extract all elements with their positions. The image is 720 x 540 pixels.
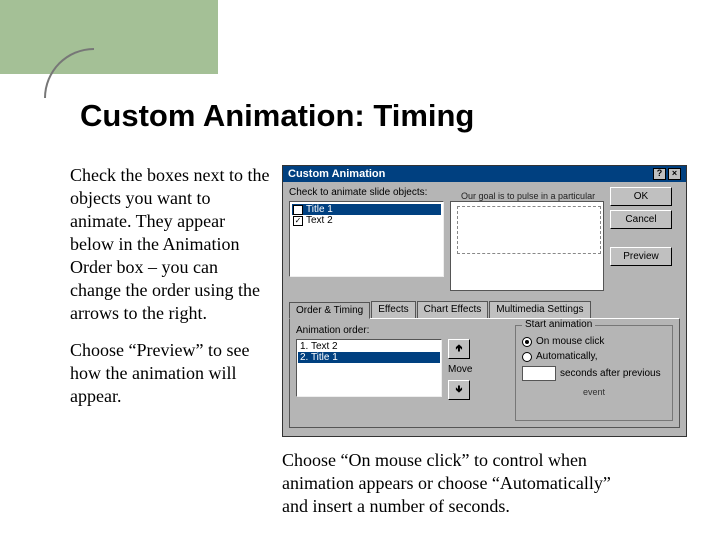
slide-body-right: Choose “On mouse click” to control when … xyxy=(282,449,637,518)
tab-multimedia-settings[interactable]: Multimedia Settings xyxy=(489,301,590,318)
radio-label: On mouse click xyxy=(536,336,604,347)
animation-order-label: Animation order: xyxy=(296,325,507,336)
dialog-titlebar: Custom Animation ? × xyxy=(283,166,686,182)
preview-button[interactable]: Preview xyxy=(610,247,672,266)
custom-animation-dialog: Custom Animation ? × Check to animate sl… xyxy=(282,165,687,437)
move-up-button[interactable]: 🢁 xyxy=(448,339,470,359)
move-label: Move xyxy=(448,362,472,377)
slide-paragraph-2: Choose “Preview” to see how the animatio… xyxy=(70,339,273,408)
tab-effects[interactable]: Effects xyxy=(371,301,415,318)
dialog-help-button[interactable]: ? xyxy=(653,168,666,180)
seconds-suffix: seconds after previous xyxy=(560,368,661,379)
slide-body-left: Check the boxes next to the objects you … xyxy=(70,164,273,422)
dialog-tabs: Order & Timing Effects Chart Effects Mul… xyxy=(289,301,680,318)
radio-automatically[interactable]: Automatically, xyxy=(522,351,666,362)
object-item-label: Title 1 xyxy=(306,204,333,215)
seconds-spinbox[interactable] xyxy=(522,366,556,381)
object-item-label: Text 2 xyxy=(306,215,333,226)
object-item-title1[interactable]: ✓ Title 1 xyxy=(292,204,441,215)
start-animation-legend: Start animation xyxy=(522,319,595,330)
tab-order-timing[interactable]: Order & Timing xyxy=(289,302,370,319)
slide-paragraph-1: Check the boxes next to the objects you … xyxy=(70,164,273,325)
objects-label: Check to animate slide objects: xyxy=(289,187,444,198)
tab-chart-effects[interactable]: Chart Effects xyxy=(417,301,489,318)
animation-order-listbox[interactable]: 1. Text 2 2. Title 1 xyxy=(296,339,442,397)
slide-title: Custom Animation: Timing xyxy=(80,98,474,134)
slide-accent-block xyxy=(0,0,218,74)
event-label: event xyxy=(522,387,666,397)
tab-panel: Animation order: 1. Text 2 2. Title 1 🢁 … xyxy=(289,318,680,428)
cancel-button[interactable]: Cancel xyxy=(610,210,672,229)
ok-button[interactable]: OK xyxy=(610,187,672,206)
preview-pane xyxy=(450,201,604,291)
radio-icon xyxy=(522,352,532,362)
objects-listbox[interactable]: ✓ Title 1 ✓ Text 2 xyxy=(289,201,444,277)
dialog-title-text: Custom Animation xyxy=(288,168,385,180)
dialog-close-button[interactable]: × xyxy=(668,168,681,180)
radio-icon xyxy=(522,337,532,347)
order-item[interactable]: 1. Text 2 xyxy=(298,341,440,352)
order-item[interactable]: 2. Title 1 xyxy=(298,352,440,363)
start-animation-group: Start animation On mouse click Automatic… xyxy=(515,325,673,421)
move-down-button[interactable]: 🢃 xyxy=(448,380,470,400)
radio-on-mouse-click[interactable]: On mouse click xyxy=(522,336,666,347)
slide-paragraph-3: Choose “On mouse click” to control when … xyxy=(282,449,637,518)
checkbox-icon[interactable]: ✓ xyxy=(293,216,303,226)
radio-label: Automatically, xyxy=(536,351,598,362)
object-item-text2[interactable]: ✓ Text 2 xyxy=(292,215,441,226)
checkbox-icon[interactable]: ✓ xyxy=(293,205,303,215)
